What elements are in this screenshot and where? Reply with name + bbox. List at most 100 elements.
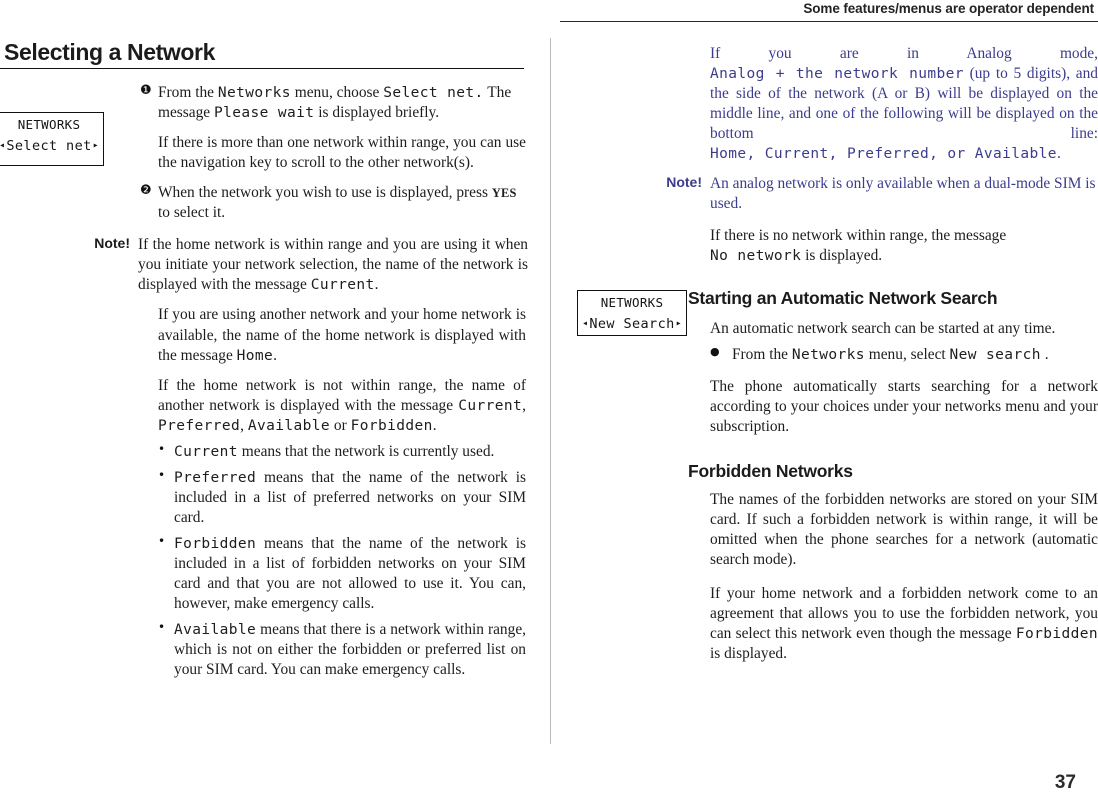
lcd-networks-2: Networks [791, 347, 865, 364]
list-item-text: Preferred means that the name of the net… [174, 468, 526, 528]
bullet-glyph-icon: • [158, 619, 166, 634]
list-item-text: Available means that there is a network … [174, 620, 526, 680]
list-item: • Preferred means that the name of the n… [158, 468, 526, 528]
note-block: Note! If the home network is within rang… [0, 235, 528, 295]
lcd-current-2: Current [458, 397, 523, 414]
lcd-home: Home [236, 347, 274, 364]
auto-search-bullet-text: From the Networks menu, select New searc… [732, 345, 1098, 365]
step-1-t1: From the [158, 84, 218, 102]
page-number: 37 [1054, 772, 1076, 793]
list-item: • Current means that the network is curr… [158, 442, 526, 462]
lcd-available: Available [247, 417, 331, 434]
note-block-analog: Note! An analog network is only availabl… [572, 174, 1098, 214]
lcd-analog-network-number: Analog + the network number [710, 66, 964, 83]
page-title: Selecting a Network [4, 39, 215, 65]
note-label: Note! [94, 235, 130, 252]
bullet-glyph-icon: • [158, 533, 166, 548]
lcd-screen-title: NETWORKS [600, 295, 664, 310]
asb-t1: From the [732, 346, 792, 364]
running-header-rule [560, 21, 1098, 22]
note-label: Note! [666, 174, 702, 191]
yes-key-label: YES [491, 186, 517, 201]
filled-bullet-icon: ● [710, 345, 720, 359]
lcd-screen-value: Select net [6, 138, 92, 154]
step-2-marker: ❷ [140, 183, 152, 199]
lcd-screen-row: ◂ New Search ▸ [578, 316, 686, 332]
list-item-desc: means that the network is currently used… [237, 442, 495, 460]
para-nr-t5: . [432, 416, 437, 434]
lcd-screen-title: NETWORKS [17, 117, 81, 132]
step-1-marker: ❶ [140, 83, 152, 99]
lcd-select-net: Select net. [383, 85, 484, 102]
lcd-forbidden: Forbidden [350, 417, 433, 434]
lcd-screen-row: ◂ Select net ▸ [0, 138, 103, 154]
para-auto-search-intro: An automatic network search can be start… [710, 320, 1056, 338]
para-home-t1: If you are using another network and you… [158, 306, 526, 364]
para-nr-t2: , [522, 396, 526, 414]
lcd-bullet-forbidden: Forbidden [174, 535, 257, 552]
lcd-new-search: New search [949, 347, 1041, 364]
left-arrow-icon: ◂ [0, 140, 6, 151]
bullet-glyph-icon: • [158, 441, 166, 456]
step-1-text: From the Networks menu, choose Select ne… [158, 83, 528, 123]
section-heading-forbidden: Forbidden Networks [688, 461, 853, 482]
running-header-title: Some features/menus are operator depende… [803, 1, 1094, 16]
para-analog-t1: If you are in Analog mode, [710, 45, 1098, 62]
para-nr-t4: or [330, 416, 351, 434]
lcd-screen-select-net: NETWORKS ◂ Select net ▸ [0, 112, 104, 166]
right-arrow-icon: ▸ [92, 140, 99, 151]
para-forbidden-2: If your home network and a forbidden net… [710, 584, 1098, 664]
para-analog-mode: If you are in Analog mode, Analog + the … [710, 44, 1098, 164]
lcd-current: Current [310, 277, 375, 294]
step-2-text: When the network you wish to use is disp… [158, 183, 528, 223]
left-arrow-icon: ◂ [582, 318, 589, 329]
lcd-forbidden-2: Forbidden [1015, 626, 1098, 643]
bullet-glyph-icon: • [158, 467, 166, 482]
step-1-t4: is displayed briefly. [314, 104, 440, 122]
para-nn-t2: is displayed. [801, 247, 883, 265]
lcd-bullet-available: Available [174, 621, 257, 638]
lcd-preferred: Preferred [158, 417, 241, 434]
step-2-t1: When the network you wish to use is disp… [158, 184, 492, 202]
lcd-please-wait: Please wait [214, 105, 315, 122]
para-nr-t3: , [240, 416, 248, 434]
step-1: ❶ From the Networks menu, choose Select … [140, 83, 528, 123]
para-auto-search-outro: The phone automatically starts searching… [710, 378, 1098, 436]
left-column: Selecting a Network ❶ From the Networks … [0, 39, 528, 680]
lcd-no-network: No network [710, 248, 802, 265]
lcd-bullet-preferred: Preferred [174, 469, 257, 486]
step-2-t2: to select it. [158, 204, 226, 222]
para-nn-t1: If there is no network within range, the… [710, 227, 1007, 245]
auto-search-bullet: ● From the Networks menu, select New sea… [710, 345, 1098, 365]
para-no-network: If there is no network within range, the… [710, 226, 1098, 266]
page-title-rule [0, 67, 524, 70]
list-item-text: Forbidden means that the name of the net… [174, 534, 526, 614]
section-heading-auto-search: Starting an Automatic Network Search [688, 288, 998, 309]
running-header: Some features/menus are operator depende… [0, 0, 1098, 24]
lcd-networks: Networks [217, 85, 291, 102]
asb-t3: . [1040, 346, 1049, 364]
para-home-t2: . [273, 346, 278, 364]
list-item: • Forbidden means that the name of the n… [158, 534, 526, 614]
note-body: If the home network is within range and … [138, 235, 528, 295]
step-1-note: If there is more than one network within… [158, 134, 526, 172]
lcd-screen-value: New Search [589, 316, 675, 332]
asb-t2: menu, select [864, 346, 950, 364]
list-item: • Available means that there is a networ… [158, 620, 526, 680]
right-column: If you are in Analog mode, Analog + the … [572, 38, 1098, 664]
note-body: An analog network is only available when… [710, 175, 1096, 213]
right-arrow-icon: ▸ [675, 318, 682, 329]
para-not-in-range: If the home network is not within range,… [158, 376, 526, 436]
para-home-network: If you are using another network and you… [158, 305, 526, 365]
note-t2: . [374, 276, 379, 294]
step-1-t2: menu, choose [290, 84, 384, 102]
lcd-screen-new-search: NETWORKS ◂ New Search ▸ [577, 290, 687, 336]
column-divider [550, 38, 551, 744]
status-bullet-list: • Current means that the network is curr… [158, 442, 526, 680]
para-forbidden-1: The names of the forbidden networks are … [710, 491, 1098, 569]
para-analog-t3: . [1056, 145, 1061, 163]
document-page: Some features/menus are operator depende… [0, 0, 1098, 804]
step-2: ❷ When the network you wish to use is di… [140, 183, 528, 223]
lcd-bullet-current: Current [174, 443, 238, 460]
pf2-t2: is displayed. [710, 645, 787, 663]
